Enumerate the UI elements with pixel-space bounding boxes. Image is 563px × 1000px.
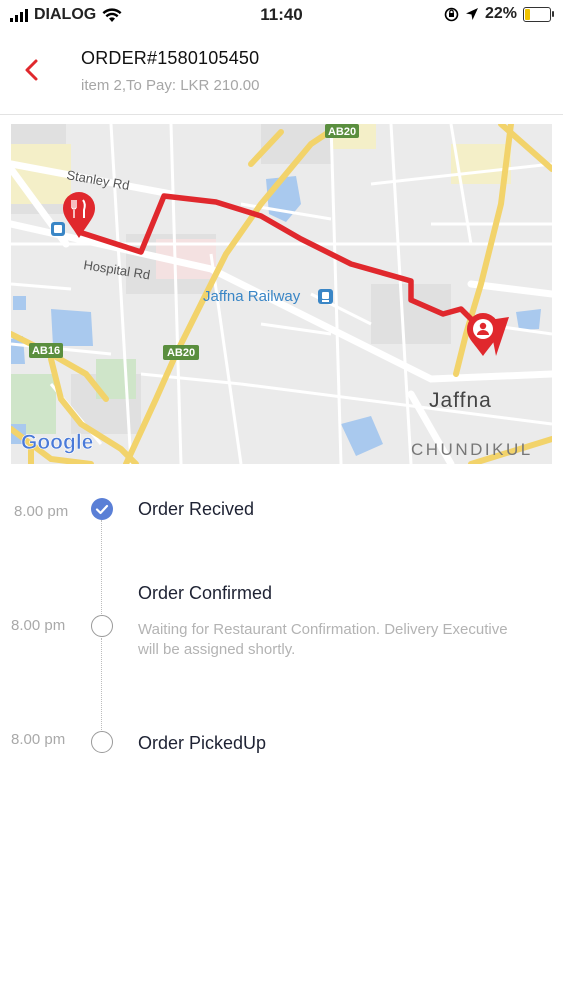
check-circle-icon xyxy=(91,498,113,520)
order-header: ORDER#1580105450 item 2,To Pay: LKR 210.… xyxy=(0,30,563,115)
timeline-connector xyxy=(101,638,102,730)
road-shield-ab16: AB16 xyxy=(29,343,63,358)
battery-icon xyxy=(523,6,554,22)
battery-fill xyxy=(525,8,531,20)
location-arrow-icon xyxy=(465,8,478,20)
bus-stop-icon xyxy=(51,222,65,236)
status-right: 22% xyxy=(444,5,554,23)
step-title: Order Confirmed xyxy=(138,583,273,603)
route-map[interactable]: AB20 AB20 AB16 Stanley Rd Hospital Rd Ja… xyxy=(11,124,552,464)
timeline-connector xyxy=(101,520,102,620)
back-button[interactable] xyxy=(18,56,46,84)
map-label-city: Jaffna xyxy=(429,389,492,412)
order-subtitle: item 2,To Pay: LKR 210.00 xyxy=(81,77,260,94)
order-title: ORDER#1580105450 xyxy=(81,48,260,68)
shield-label-ab20-top: AB20 xyxy=(328,126,356,138)
step-title: Order PickedUp xyxy=(138,733,267,753)
pending-circle-icon xyxy=(91,731,113,753)
google-logo: Google xyxy=(21,431,93,454)
road-shield-ab20-mid: AB20 xyxy=(163,345,199,360)
step-time: 8.00 pm xyxy=(14,503,69,520)
step-time: 8.00 pm xyxy=(11,731,66,748)
map-label-district: CHUNDIKUL xyxy=(411,440,533,459)
step-description: Waiting for Restaurant Confirmation. Del… xyxy=(138,621,508,658)
shield-label-ab16: AB16 xyxy=(32,345,60,357)
status-bar: DIALOG 11:40 22% xyxy=(0,0,563,30)
order-timeline: 8.00 pm Order Recived Order Confirmed 8.… xyxy=(0,480,563,800)
map-canvas: AB20 AB20 AB16 Stanley Rd Hospital Rd Ja… xyxy=(11,124,552,464)
pending-circle-icon xyxy=(91,615,113,637)
train-station-icon xyxy=(318,289,333,304)
orientation-lock-icon xyxy=(444,7,459,21)
chevron-left-icon xyxy=(25,59,38,81)
checkmark-icon xyxy=(95,504,109,515)
road-shield-ab20-top: AB20 xyxy=(325,124,359,138)
map-label-railway: Jaffna Railway xyxy=(203,288,301,305)
step-time: 8.00 pm xyxy=(11,617,66,634)
shield-label-ab20-mid: AB20 xyxy=(167,347,195,359)
battery-percent: 22% xyxy=(484,5,517,22)
step-title: Order Recived xyxy=(138,499,255,519)
